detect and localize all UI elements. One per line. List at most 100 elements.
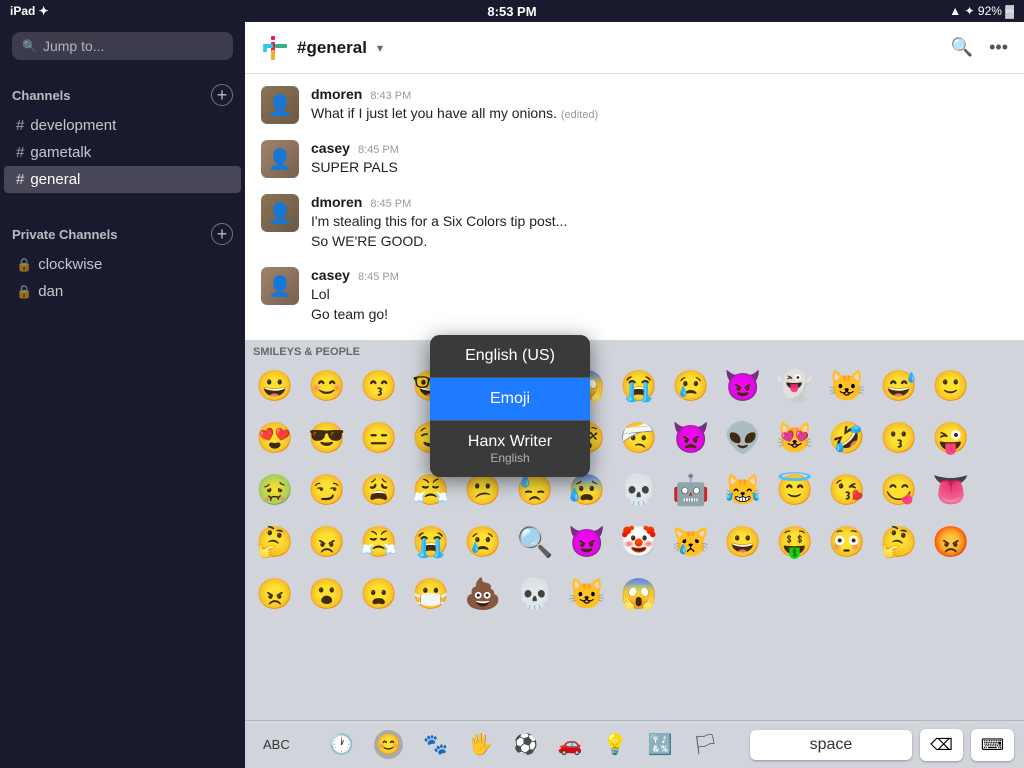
emoji-cell[interactable]: 🤔 <box>873 516 925 568</box>
objects-icon[interactable]: 💡 <box>603 732 628 757</box>
nature-icon[interactable]: 🐾 <box>423 732 448 757</box>
emoji-cell[interactable]: 😻 <box>769 412 821 464</box>
flags-icon[interactable]: 🏳 <box>693 732 718 757</box>
more-options-button[interactable]: ••• <box>989 37 1008 58</box>
message-text: What if I just let you have all my onion… <box>311 104 1008 124</box>
emoji-cell[interactable]: 💩 <box>457 568 509 620</box>
emoji-cell[interactable]: 👻 <box>769 360 821 412</box>
emoji-icon[interactable]: 😊 <box>374 730 403 759</box>
channels-section-header: Channels + <box>0 70 245 112</box>
sidebar-item-development[interactable]: # development <box>4 112 241 139</box>
private-channels-label: Private Channels <box>12 227 118 242</box>
emoji-cell[interactable]: 😊 <box>301 360 353 412</box>
emoji-cell[interactable]: 🤢 <box>249 464 301 516</box>
emoji-cell[interactable]: 💀 <box>509 568 561 620</box>
avatar: 👤 <box>261 86 299 124</box>
emoji-cell[interactable]: 😱 <box>613 568 665 620</box>
emoji-cell[interactable]: 😺 <box>821 360 873 412</box>
emoji-cell[interactable]: 😠 <box>301 516 353 568</box>
emoji-cell[interactable]: 🤡 <box>613 516 665 568</box>
message-text-2: Go team go! <box>311 305 1008 325</box>
emoji-cell[interactable]: 😀 <box>249 360 301 412</box>
table-row: 👤 casey 8:45 PM SUPER PALS <box>261 140 1008 178</box>
sidebar-item-clockwise[interactable]: 🔒 clockwise <box>4 251 241 278</box>
emoji-cell[interactable]: 🤕 <box>613 412 665 464</box>
emoji-cell[interactable]: 😜 <box>925 412 977 464</box>
message-header: casey 8:45 PM <box>311 140 1008 156</box>
sidebar-item-dan[interactable]: 🔒 dan <box>4 278 241 305</box>
message-content: dmoren 8:45 PM I'm stealing this for a S… <box>311 194 1008 251</box>
emoji-cell[interactable]: 😮 <box>301 568 353 620</box>
emoji-cell[interactable]: 😢 <box>457 516 509 568</box>
sidebar-item-general[interactable]: # general <box>4 166 241 193</box>
emoji-cell[interactable]: 😇 <box>769 464 821 516</box>
emoji-cell[interactable]: 😘 <box>821 464 873 516</box>
avatar: 👤 <box>261 140 299 178</box>
travel-icon[interactable]: 🚗 <box>558 732 583 757</box>
sports-icon[interactable]: ⚽ <box>513 732 538 757</box>
status-right: ▲ ✦ 92% ▓ <box>949 4 1014 18</box>
space-button[interactable]: space <box>750 730 913 760</box>
emoji-cell[interactable]: 🤖 <box>665 464 717 516</box>
message-content: casey 8:45 PM Lol Go team go! <box>311 267 1008 324</box>
add-private-channel-button[interactable]: + <box>211 223 233 245</box>
emoji-cell[interactable]: 🤣 <box>821 412 873 464</box>
emoji-grid: 😀😊😙🤓😐😲😱😭😢😈👻😺😅🙂😍😎😑🤤😨😯😵🤕👿👽😻🤣😗😜🤢😏😩😤😕😓😰💀🤖😹😇😘… <box>245 360 1024 620</box>
emoji-cell[interactable]: 😠 <box>249 568 301 620</box>
channel-dropdown-icon[interactable]: ▾ <box>377 41 383 55</box>
lang-option-hanx[interactable]: Hanx Writer English <box>430 421 590 477</box>
emoji-cell[interactable]: 😷 <box>405 568 457 620</box>
emoji-cell[interactable]: 😭 <box>613 360 665 412</box>
emoji-cell[interactable]: 😡 <box>925 516 977 568</box>
hash-icon: # <box>16 171 24 188</box>
emoji-cell[interactable]: 😍 <box>249 412 301 464</box>
emoji-cell[interactable]: 😑 <box>353 412 405 464</box>
lang-option-english[interactable]: English (US) <box>430 335 590 377</box>
abc-button[interactable]: ABC <box>255 733 298 756</box>
language-picker-dropdown[interactable]: English (US) Emoji Hanx Writer English <box>430 335 590 477</box>
emoji-cell[interactable]: 🤑 <box>769 516 821 568</box>
emoji-cell[interactable]: 😎 <box>301 412 353 464</box>
emoji-cell[interactable]: 😺 <box>561 568 613 620</box>
emoji-cell[interactable]: 😈 <box>561 516 613 568</box>
lang-option-emoji[interactable]: Emoji <box>430 378 590 420</box>
emoji-cell[interactable]: 😈 <box>717 360 769 412</box>
table-row: 👤 casey 8:45 PM Lol Go team go! <box>261 267 1008 324</box>
add-channel-button[interactable]: + <box>211 84 233 106</box>
hash-icon: # <box>16 144 24 161</box>
emoji-cell[interactable]: 😩 <box>353 464 405 516</box>
message-time: 8:45 PM <box>358 271 399 283</box>
emoji-cell[interactable]: 😏 <box>301 464 353 516</box>
emoji-cell[interactable]: 😳 <box>821 516 873 568</box>
emoji-cell[interactable]: 😹 <box>717 464 769 516</box>
emoji-cell[interactable]: 😢 <box>665 360 717 412</box>
delete-button[interactable]: ⌫ <box>920 729 963 761</box>
emoji-cell[interactable]: 😙 <box>353 360 405 412</box>
avatar: 👤 <box>261 267 299 305</box>
emoji-cell[interactable]: 🤔 <box>249 516 301 568</box>
emoji-cell[interactable]: 😗 <box>873 412 925 464</box>
status-left: iPad ✦ <box>10 4 49 18</box>
emoji-cell[interactable]: 😦 <box>353 568 405 620</box>
emoji-cell[interactable]: 🔍 <box>509 516 561 568</box>
search-bar[interactable]: 🔍 Jump to... <box>12 32 233 60</box>
hand-icon[interactable]: 🖐 <box>468 732 493 757</box>
emoji-cell[interactable]: 😀 <box>717 516 769 568</box>
emoji-cell[interactable]: 😋 <box>873 464 925 516</box>
emoji-cell[interactable]: 😤 <box>353 516 405 568</box>
emoji-cell[interactable]: 🙂 <box>925 360 977 412</box>
emoji-cell[interactable]: 😿 <box>665 516 717 568</box>
keyboard-switch-button[interactable]: ⌨ <box>971 729 1014 761</box>
sidebar-item-gametalk[interactable]: # gametalk <box>4 139 241 166</box>
emoji-cell[interactable]: 👽 <box>717 412 769 464</box>
emoji-cell[interactable]: 😭 <box>405 516 457 568</box>
symbols-icon[interactable]: 🔣 <box>648 732 673 757</box>
emoji-cell[interactable]: 👅 <box>925 464 977 516</box>
clock-icon[interactable]: 🕐 <box>329 732 354 757</box>
search-button[interactable]: 🔍 <box>951 37 973 58</box>
emoji-cell[interactable]: 💀 <box>613 464 665 516</box>
lang-option-emoji-label: Emoji <box>490 390 530 407</box>
emoji-cell[interactable]: 😅 <box>873 360 925 412</box>
message-header: dmoren 8:43 PM <box>311 86 1008 102</box>
emoji-cell[interactable]: 👿 <box>665 412 717 464</box>
